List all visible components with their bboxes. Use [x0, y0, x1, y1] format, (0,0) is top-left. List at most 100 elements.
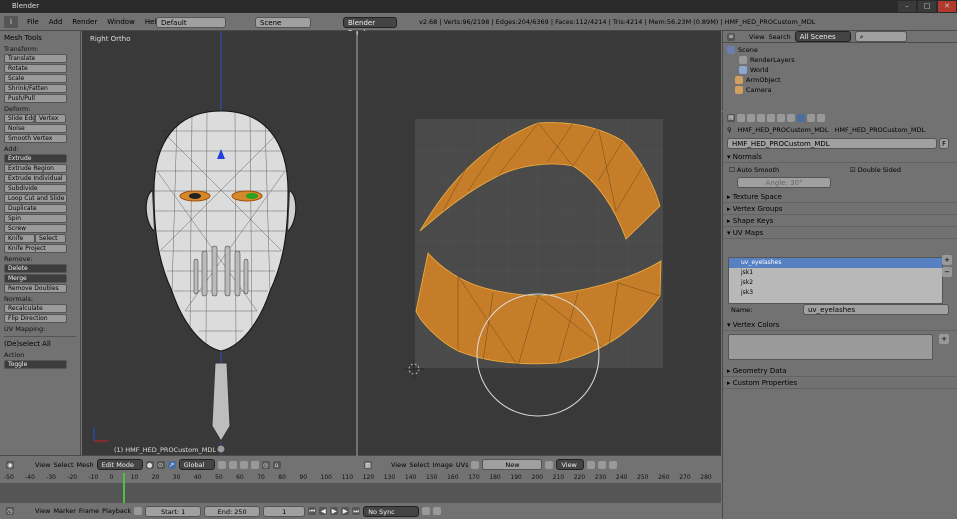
render-engine-selector[interactable]: Blender Render	[343, 17, 397, 37]
pivot-icon[interactable]: ⊙	[156, 460, 165, 469]
select-menu[interactable]: Select	[53, 461, 73, 469]
shrink-fatten-button[interactable]: Shrink/Fatten	[4, 84, 67, 93]
geometry-data-panel[interactable]: ▸ Geometry Data	[723, 365, 957, 377]
extrude-individual-button[interactable]: Extrude Individual	[4, 174, 67, 183]
noise-button[interactable]: Noise	[4, 124, 67, 133]
outliner-row-world[interactable]: World	[727, 65, 953, 75]
angle-field[interactable]: Angle: 30°	[737, 177, 831, 188]
display-mode-dropdown[interactable]: All Scenes	[794, 31, 851, 42]
current-frame-marker[interactable]	[123, 473, 125, 503]
mesh-menu[interactable]: Mesh	[77, 461, 94, 469]
outliner-row-renderlayers[interactable]: RenderLayers	[727, 55, 953, 65]
view-menu[interactable]: View	[35, 461, 50, 469]
marker-menu[interactable]: Marker	[53, 507, 75, 515]
new-image-button[interactable]: New	[482, 459, 543, 470]
layout-selector[interactable]: Default	[156, 17, 226, 28]
image-browse-icon[interactable]	[471, 460, 480, 469]
world-tab-icon[interactable]	[757, 114, 765, 122]
texture-space-panel[interactable]: ▸ Texture Space	[723, 191, 957, 203]
menu-render[interactable]: Render	[67, 13, 102, 31]
scene-selector[interactable]: Scene	[255, 17, 311, 28]
vertex-colors-list[interactable]	[728, 334, 933, 360]
sync-select-icon[interactable]	[587, 460, 596, 469]
jump-start-icon[interactable]: ⏮	[308, 507, 317, 515]
custom-properties-panel[interactable]: ▸ Custom Properties	[723, 377, 957, 389]
view-menu[interactable]: View	[391, 461, 406, 469]
viewport-3d[interactable]: Right Ortho (1) HMF_HED_PROCustom_MDL	[82, 31, 356, 455]
mesh-datablock-field[interactable]: HMF_HED_PROCustom_MDL	[727, 138, 937, 149]
close-button[interactable]: ✕	[938, 1, 956, 12]
outliner-row-armobject[interactable]: ArmObject	[727, 75, 953, 85]
outliner-row-scene[interactable]: Scene	[727, 45, 953, 55]
merge-dropdown[interactable]: Merge	[4, 274, 67, 283]
minimize-button[interactable]: –	[898, 1, 916, 12]
push-pull-button[interactable]: Push/Pull	[4, 94, 67, 103]
slide-edge-button[interactable]: Slide Edge	[4, 114, 35, 123]
image-menu[interactable]: Image	[433, 461, 453, 469]
smooth-vertex-button[interactable]: Smooth Vertex	[4, 134, 67, 143]
manipulator-icon[interactable]: ↗	[167, 460, 176, 469]
scene-tab-icon[interactable]	[747, 114, 755, 122]
extrude-region-button[interactable]: Extrude Region	[4, 164, 67, 173]
select-menu[interactable]: Select	[409, 461, 429, 469]
delete-dropdown[interactable]: Delete	[4, 264, 67, 273]
pin-icon[interactable]	[545, 460, 554, 469]
knife-button[interactable]: Knife	[4, 234, 35, 243]
outliner[interactable]: ≡ View Search All Scenes ⌕ Scene RenderL…	[722, 31, 957, 111]
record-icon[interactable]	[422, 507, 431, 515]
end-frame-field[interactable]: End: 250	[204, 505, 261, 517]
add-uv-map-button[interactable]: +	[942, 255, 952, 265]
editor-type-icon[interactable]: ▤	[727, 114, 735, 122]
sync-dropdown[interactable]: No Sync	[363, 505, 420, 517]
keying-set-icon[interactable]	[433, 507, 442, 515]
outliner-view-menu[interactable]: View	[749, 33, 764, 41]
editor-type-icon[interactable]: i	[4, 16, 18, 28]
editor-type-icon[interactable]: ◷	[6, 507, 14, 515]
pin-icon[interactable]: ⚲	[727, 124, 732, 136]
menu-window[interactable]: Window	[102, 13, 140, 31]
layer-icon[interactable]	[217, 460, 226, 469]
material-tab-icon[interactable]	[807, 114, 815, 122]
snap-icon[interactable]	[609, 460, 618, 469]
outliner-row-camera[interactable]: Camera	[727, 85, 953, 95]
normals-panel-header[interactable]: ▾ Normals	[723, 151, 957, 163]
proportional-icon[interactable]: ◎	[261, 460, 270, 469]
vertex-colors-panel[interactable]: ▾ Vertex Colors	[723, 319, 957, 331]
recalculate-button[interactable]: Recalculate	[4, 304, 67, 313]
playback-menu[interactable]: Playback	[102, 507, 131, 515]
knife-project-button[interactable]: Knife Project	[4, 244, 67, 253]
face-select-icon[interactable]	[250, 460, 259, 469]
screw-button[interactable]: Screw	[4, 224, 67, 233]
modifiers-tab-icon[interactable]	[787, 114, 795, 122]
play-icon[interactable]: ▶	[330, 507, 339, 515]
menu-file[interactable]: File	[22, 13, 44, 31]
auto-smooth-checkbox[interactable]: ☐ Auto Smooth	[729, 166, 779, 174]
properties-editor[interactable]: ▤ ⚲ HMF_HED_PROCustom_MDL HMF_HED_PROCus…	[722, 112, 957, 519]
loop-cut-button[interactable]: Loop Cut and Slide	[4, 194, 67, 203]
remove-uv-map-button[interactable]: −	[942, 267, 952, 277]
outliner-search-field[interactable]: ⌕	[854, 31, 907, 42]
jump-end-icon[interactable]: ⏭	[352, 507, 361, 515]
rotate-button[interactable]: Rotate	[4, 64, 67, 73]
timeline[interactable]: -50 -40 -30 -20 -10 0 10 20 30 40 50 60 70 80 90 100 110…	[0, 473, 721, 503]
double-sided-checkbox[interactable]: ☑ Double Sided	[850, 166, 901, 174]
mode-selector[interactable]: Edit Mode	[96, 459, 143, 470]
uv-map-row[interactable]: jsk3	[729, 288, 942, 298]
next-keyframe-icon[interactable]: ▶	[341, 507, 350, 515]
outliner-search-menu[interactable]: Search	[768, 33, 790, 41]
object-tab-icon[interactable]	[767, 114, 775, 122]
vertex-groups-panel[interactable]: ▸ Vertex Groups	[723, 203, 957, 215]
texture-tab-icon[interactable]	[817, 114, 825, 122]
duplicate-button[interactable]: Duplicate	[4, 204, 67, 213]
flip-direction-button[interactable]: Flip Direction	[4, 314, 67, 323]
vertex-select-icon[interactable]	[228, 460, 237, 469]
timeline-view-menu[interactable]: View	[35, 507, 50, 515]
menu-add[interactable]: Add	[44, 13, 68, 31]
uvs-menu[interactable]: UVs	[456, 461, 469, 469]
action-dropdown[interactable]: Toggle	[4, 360, 67, 369]
vertex-button[interactable]: Vertex	[35, 114, 66, 123]
remove-doubles-button[interactable]: Remove Doubles	[4, 284, 67, 293]
view-dropdown[interactable]: View	[556, 459, 585, 470]
uv-map-row[interactable]: jsk2	[729, 278, 942, 288]
constraints-tab-icon[interactable]	[777, 114, 785, 122]
